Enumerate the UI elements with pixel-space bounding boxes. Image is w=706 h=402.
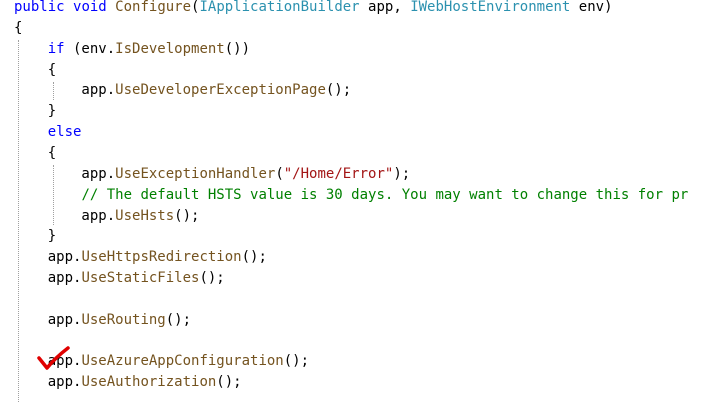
code-line: public void Configure(IApplicationBuilde… (14, 0, 613, 15)
code-line: { (14, 20, 23, 36)
code-line: app.UseHttpsRedirection(); (14, 249, 267, 265)
code-line: } (14, 228, 57, 244)
check-mark-icon (37, 346, 70, 370)
code-line: app.UseRouting(); (14, 312, 192, 328)
code-line: } (14, 103, 57, 119)
code-line: app.UseHsts(); (14, 208, 200, 224)
code-line: app.UseStaticFiles(); (14, 270, 225, 286)
code-line: { (14, 62, 57, 78)
code-line: // The default HSTS value is 30 days. Yo… (81, 187, 689, 203)
code-line: { (14, 145, 57, 161)
code-line: app.UseAuthorization(); (14, 374, 242, 390)
code-line: if (env.IsDevelopment()) (47, 41, 251, 57)
code-editor[interactable]: public void Configure(IApplicationBuilde… (0, 0, 706, 402)
code-line: app.UseExceptionHandler("/Home/Error"); (14, 166, 411, 182)
code-line: app.UseDeveloperExceptionPage(); (14, 82, 352, 98)
code-line: else (47, 124, 82, 140)
